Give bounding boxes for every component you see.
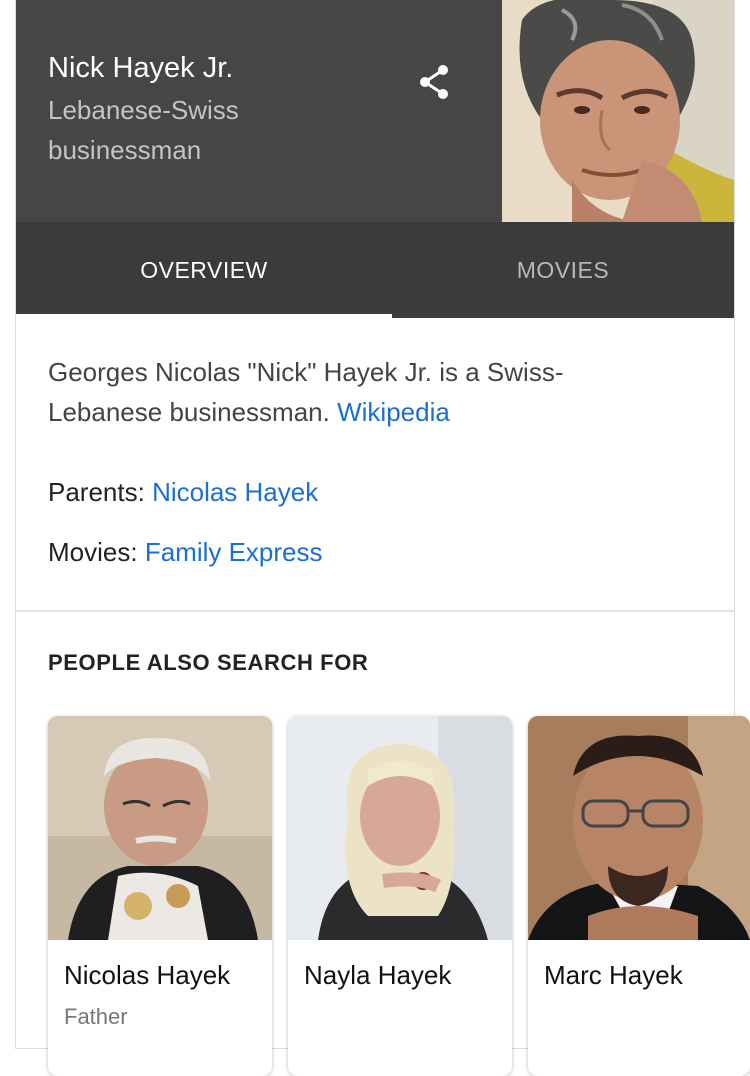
- panel-header: Nick Hayek Jr. Lebanese-Swiss businessma…: [16, 0, 734, 222]
- person-relation: Father: [64, 1004, 128, 1029]
- section-divider: [16, 610, 734, 612]
- entity-subtitle: Lebanese-Swiss businessman: [48, 95, 239, 165]
- entity-title: Nick Hayek Jr.: [48, 52, 234, 84]
- tab-overview[interactable]: OVERVIEW: [16, 222, 392, 318]
- tab-bar: OVERVIEW MOVIES: [16, 222, 734, 318]
- fact-parents-label: Parents:: [48, 477, 145, 507]
- person-card-nicolas-hayek[interactable]: Nicolas Hayek Father: [48, 716, 272, 1076]
- person-photo: [288, 716, 512, 940]
- fact-parents: Parents: Nicolas Hayek: [48, 474, 318, 510]
- people-also-search-title: PEOPLE ALSO SEARCH FOR: [48, 650, 369, 675]
- fact-movies-label: Movies:: [48, 537, 138, 567]
- person-name: Nayla Hayek: [304, 960, 452, 990]
- person-photo: [528, 716, 750, 940]
- entity-description: Georges Nicolas "Nick" Hayek Jr. is a Sw…: [48, 352, 648, 432]
- share-button[interactable]: [414, 62, 454, 102]
- fact-movies-link[interactable]: Family Express: [145, 537, 323, 567]
- person-name: Nicolas Hayek: [64, 960, 231, 990]
- share-icon: [420, 65, 448, 99]
- tab-movies[interactable]: MOVIES: [392, 222, 734, 318]
- active-tab-indicator: [16, 314, 392, 318]
- description-text: Georges Nicolas "Nick" Hayek Jr. is a Sw…: [48, 357, 564, 427]
- person-card-nayla-hayek[interactable]: Nayla Hayek: [288, 716, 512, 1076]
- person-card-marc-hayek[interactable]: Marc Hayek: [528, 716, 750, 1076]
- person-name: Marc Hayek: [544, 960, 683, 990]
- person-photo: [48, 716, 272, 940]
- wikipedia-link[interactable]: Wikipedia: [337, 397, 450, 427]
- fact-movies: Movies: Family Express: [48, 534, 323, 570]
- fact-parents-link[interactable]: Nicolas Hayek: [152, 477, 318, 507]
- entity-photo[interactable]: [502, 0, 734, 222]
